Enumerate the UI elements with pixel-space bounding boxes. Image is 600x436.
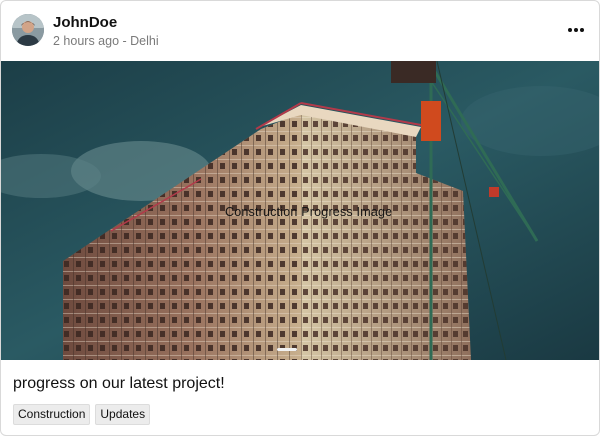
more-horizontal-icon <box>568 28 584 32</box>
tag-construction[interactable]: Construction <box>13 404 91 425</box>
post-caption: progress on our latest project! <box>13 375 225 392</box>
avatar[interactable] <box>12 14 44 46</box>
more-options-button[interactable] <box>567 21 585 39</box>
tag-list: Construction Updates <box>13 404 155 425</box>
tag-updates[interactable]: Updates <box>95 404 151 425</box>
user-avatar-icon <box>12 14 44 46</box>
post-header: JohnDoe 2 hours ago - Delhi <box>1 1 599 61</box>
image-alt-text: Construction Progress Image <box>225 205 393 219</box>
author-username[interactable]: JohnDoe <box>53 14 117 31</box>
carousel-indicator[interactable] <box>277 348 297 351</box>
post-meta: 2 hours ago - Delhi <box>53 34 159 48</box>
post-card: JohnDoe 2 hours ago - Delhi Construction… <box>0 0 600 436</box>
